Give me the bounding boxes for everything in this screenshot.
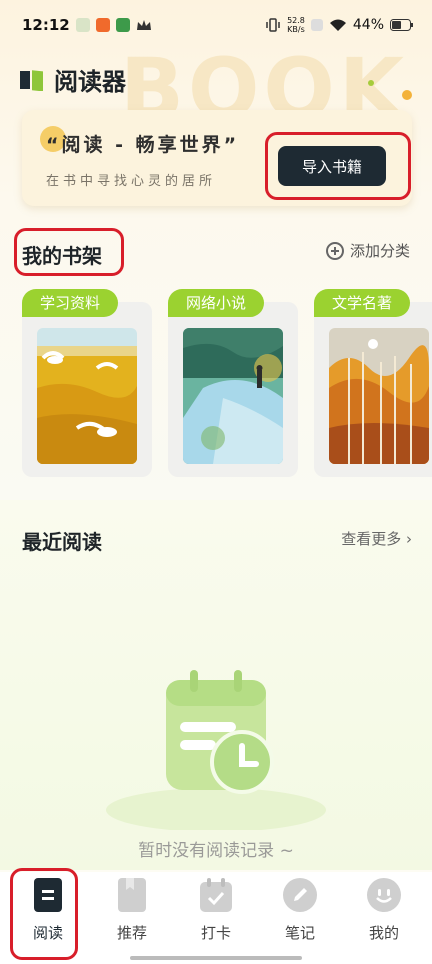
tab-profile[interactable]: 我的 [349, 872, 419, 964]
add-category-label: 添加分类 [349, 242, 410, 260]
shelf-tag-classics: 文学名著 [314, 289, 411, 317]
shelf-tag-study: 学习资料 [22, 289, 119, 317]
decor-dot [402, 90, 412, 100]
add-category-button[interactable]: 添加分类 [325, 240, 410, 261]
sim-off-icon [310, 19, 323, 31]
tab-recommend-label: 推荐 [116, 924, 147, 942]
app-title: 阅读器 [54, 68, 126, 96]
recent-title: 最近阅读 [22, 530, 102, 554]
tab-notes[interactable]: 笔记 [265, 872, 335, 964]
bookmark-book-icon [118, 878, 146, 912]
network-speed: 52.8 KB/s [287, 16, 305, 34]
app-notification-icon [95, 18, 110, 32]
wifi-icon [329, 19, 346, 31]
tab-profile-label: 我的 [368, 924, 399, 942]
app-notification-icon [115, 18, 130, 32]
app-notification-icon [75, 18, 90, 32]
highlight-box [265, 132, 411, 200]
cover-image-web-novel [183, 328, 283, 464]
banner-quote: “阅读 - 畅享世界” [46, 134, 240, 156]
decor-dot [368, 80, 374, 86]
view-more-link[interactable]: 查看更多 › [341, 528, 412, 549]
shelf-tag-web-novel: 网络小说 [168, 289, 265, 317]
tab-checkin-label: 打卡 [200, 924, 231, 942]
cover-image-study [37, 328, 137, 464]
view-more-label: 查看更多 [341, 530, 402, 548]
empty-state-text: 暂时没有阅读记录 ~ [138, 841, 294, 861]
status-bar: 12:12 52.8 KB/s 44% [0, 0, 432, 50]
tab-checkin[interactable]: 打卡 [181, 872, 251, 964]
status-time: 12:12 [22, 16, 70, 34]
plus-circle-icon [325, 241, 344, 260]
empty-calendar-illustration [106, 670, 326, 830]
banner-subtitle: 在书中寻找心灵的居所 [46, 174, 217, 189]
vibrate-icon [266, 18, 280, 32]
tab-recommend[interactable]: 推荐 [97, 872, 167, 964]
highlight-box [10, 868, 78, 960]
app-logo-icon [20, 69, 43, 91]
profile-icon [367, 878, 401, 912]
chevron-right-icon: › [406, 530, 412, 548]
tab-notes-label: 笔记 [284, 924, 315, 942]
battery-text: 44% [352, 17, 384, 33]
app-title-row: 阅读器 [20, 62, 126, 97]
battery-icon [390, 19, 413, 31]
home-indicator [130, 956, 302, 960]
cover-image-classics [329, 328, 429, 464]
calendar-check-icon [200, 878, 232, 912]
pencil-icon [283, 878, 317, 912]
highlight-box [14, 228, 124, 276]
crown-icon [136, 20, 151, 30]
